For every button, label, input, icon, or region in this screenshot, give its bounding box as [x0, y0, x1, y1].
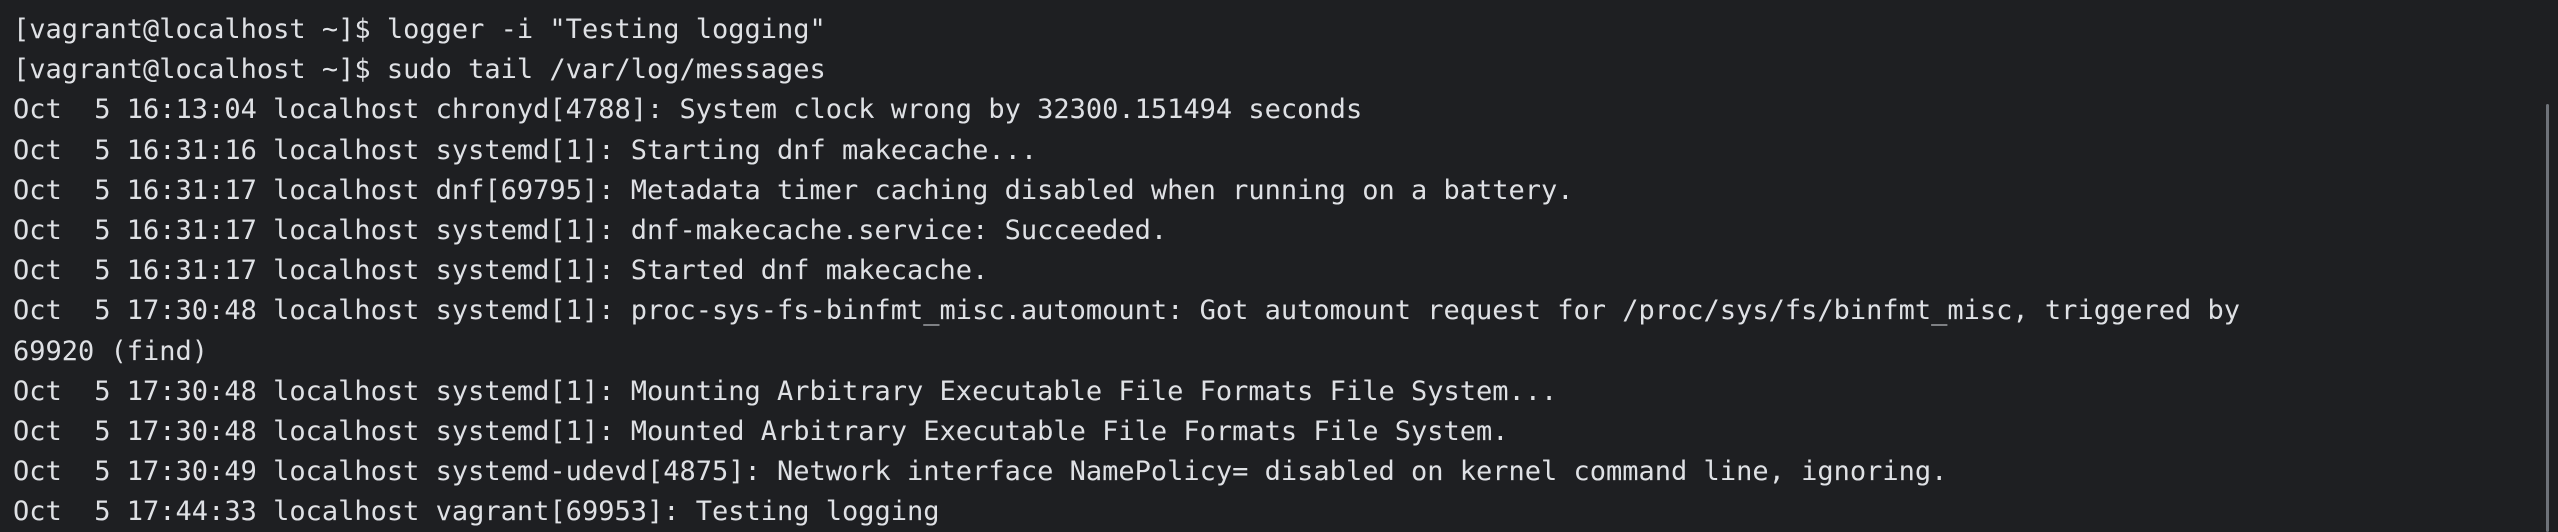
log-line-continuation: 69920 (find) [13, 335, 209, 367]
log-line: Oct 5 17:30:48 localhost systemd[1]: Mou… [13, 415, 1509, 447]
terminal-prompt-line: [vagrant@localhost ~]$ sudo tail /var/lo… [13, 54, 826, 86]
log-line: Oct 5 16:31:17 localhost systemd[1]: Sta… [13, 255, 989, 287]
log-line: Oct 5 16:31:16 localhost systemd[1]: Sta… [13, 134, 1038, 166]
log-line: Oct 5 17:44:33 localhost vagrant[69953]:… [13, 496, 940, 528]
terminal-prompt-line: [vagrant@localhost ~]$ logger -i "Testin… [13, 14, 826, 45]
log-line: Oct 5 16:31:17 localhost systemd[1]: dnf… [13, 214, 1168, 246]
vertical-scrollbar[interactable] [2546, 104, 2549, 532]
log-line: Oct 5 17:30:49 localhost systemd-udevd[4… [13, 456, 1948, 488]
log-line: Oct 5 16:31:17 localhost dnf[69795]: Met… [13, 174, 1574, 206]
terminal-window[interactable]: [vagrant@localhost ~]$ logger -i "Testin… [0, 0, 2558, 532]
log-line: Oct 5 17:30:48 localhost systemd[1]: pro… [13, 295, 2240, 327]
log-line: Oct 5 17:30:48 localhost systemd[1]: Mou… [13, 375, 1558, 407]
log-line: Oct 5 16:13:04 localhost chronyd[4788]: … [13, 94, 1363, 126]
